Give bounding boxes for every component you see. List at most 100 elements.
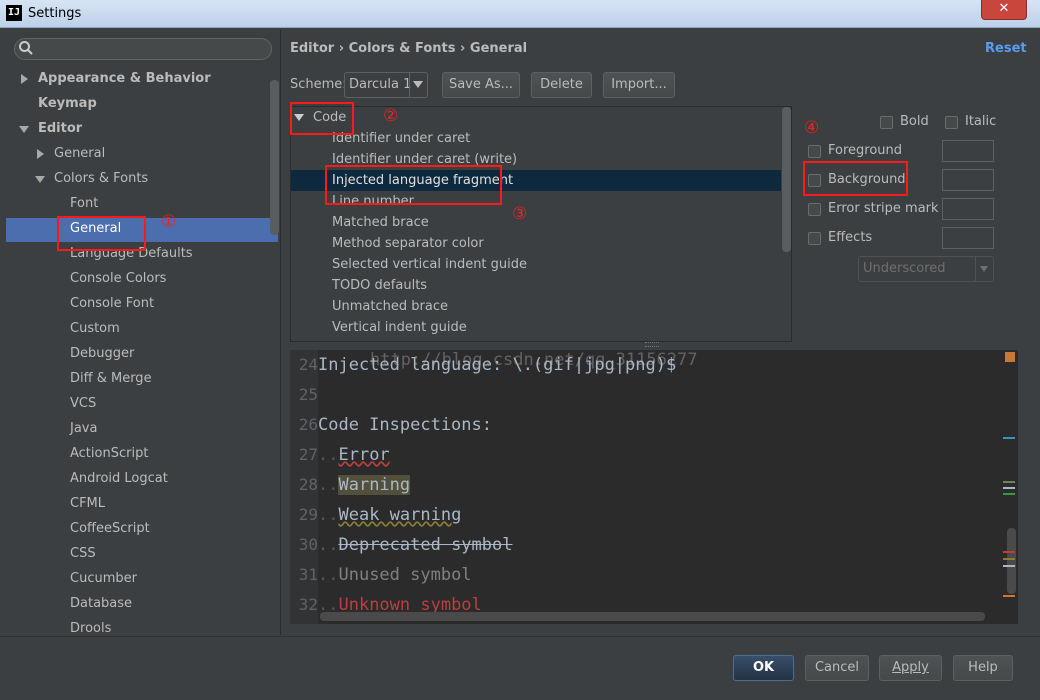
sidebar-item-diff-merge[interactable]: Diff & Merge — [70, 367, 152, 391]
annotation-box-code — [290, 102, 354, 135]
sidebar-item-editor-general[interactable]: General — [54, 142, 105, 166]
sidebar-item-java[interactable]: Java — [70, 417, 97, 441]
apply-button[interactable]: Apply — [879, 655, 942, 681]
line-number: 28 — [298, 475, 318, 494]
expand-arrow-icon[interactable] — [21, 74, 28, 84]
list-item[interactable]: Unmatched brace — [332, 296, 448, 317]
line-number: 26 — [298, 415, 318, 434]
status-marker-icon — [1005, 352, 1015, 362]
bold-label: Bold — [900, 114, 929, 129]
window-title: Settings — [28, 6, 82, 21]
annotation-box-background — [803, 161, 908, 196]
stripe-marker — [1003, 481, 1015, 483]
panel-divider — [280, 30, 281, 635]
list-item[interactable]: Vertical indent guide — [332, 317, 467, 338]
import-scheme-button[interactable]: Import... — [603, 72, 675, 98]
preview-horizontal-scrollbar[interactable] — [320, 612, 985, 621]
line-number: 32 — [298, 595, 318, 614]
save-as-button[interactable]: Save As... — [442, 72, 520, 98]
italic-checkbox[interactable] — [945, 116, 958, 129]
line-number: 24 — [298, 355, 318, 374]
sidebar-item-appearance-behavior[interactable]: Appearance & Behavior — [38, 67, 211, 91]
list-item[interactable]: Method separator color — [332, 233, 484, 254]
effects-checkbox[interactable] — [808, 232, 821, 245]
chevron-down-icon[interactable] — [413, 81, 423, 88]
stripe-marker — [1003, 487, 1015, 489]
element-list-scrollbar[interactable] — [782, 107, 791, 252]
code-text: Error — [338, 445, 390, 465]
settings-search-input[interactable] — [14, 38, 272, 60]
indent-dots: .. — [318, 535, 339, 555]
code-text: Injected language: \.(gif|jpg|png)$ — [318, 355, 677, 375]
sidebar-scrollbar[interactable] — [270, 80, 279, 235]
sidebar-item-coffeescript[interactable]: CoffeeScript — [70, 517, 150, 541]
foreground-color-swatch[interactable] — [942, 140, 994, 162]
list-item[interactable]: Selected vertical indent guide — [332, 254, 527, 275]
indent-dots: .. — [318, 445, 339, 465]
sidebar-item-database[interactable]: Database — [70, 592, 132, 616]
error-stripe-color-swatch[interactable] — [942, 198, 994, 220]
code-text: Warning — [338, 475, 411, 495]
sidebar-item-cfml[interactable]: CFML — [70, 492, 105, 516]
collapse-arrow-icon[interactable] — [19, 126, 29, 133]
sidebar-item-colors-fonts[interactable]: Colors & Fonts — [54, 167, 148, 191]
sidebar-item-editor[interactable]: Editor — [38, 117, 82, 141]
annotation-number: ③ — [512, 204, 528, 224]
sidebar-item-font[interactable]: Font — [70, 192, 98, 216]
delete-scheme-button[interactable]: Delete — [531, 72, 592, 98]
stripe-marker — [1003, 565, 1015, 567]
code-line: 24Injected language: \.(gif|jpg|png)$ — [290, 350, 677, 380]
sidebar-item-android-logcat[interactable]: Android Logcat — [70, 467, 168, 491]
sidebar-item-console-font[interactable]: Console Font — [70, 292, 154, 316]
code-line: 25 — [290, 380, 318, 410]
line-number: 25 — [298, 385, 318, 404]
code-line: 30..Deprecated symbol — [290, 530, 513, 560]
sidebar-item-css[interactable]: CSS — [70, 542, 96, 566]
sidebar-item-custom[interactable]: Custom — [70, 317, 120, 341]
stripe-marker — [1003, 551, 1015, 553]
list-item[interactable]: Matched brace — [332, 212, 429, 233]
scheme-label: Scheme: — [290, 77, 347, 92]
sidebar-item-keymap[interactable]: Keymap — [38, 92, 97, 116]
line-number: 31 — [298, 565, 318, 584]
line-number: 27 — [298, 445, 318, 464]
foreground-checkbox[interactable] — [808, 145, 821, 158]
foreground-label: Foreground — [828, 143, 903, 158]
code-text: Deprecated symbol — [338, 535, 513, 555]
list-item[interactable]: TODO defaults — [332, 275, 427, 296]
collapse-arrow-icon[interactable] — [35, 176, 45, 183]
sidebar-item-vcs[interactable]: VCS — [70, 392, 96, 416]
annotation-number: ② — [383, 106, 399, 126]
ok-button[interactable]: OK — [733, 655, 794, 681]
indent-dots: .. — [318, 565, 339, 585]
preview-vertical-scrollbar[interactable] — [1007, 528, 1016, 594]
stripe-marker — [1003, 558, 1015, 560]
code-line: 26Code Inspections: — [290, 410, 492, 440]
annotation-box-general — [57, 216, 146, 251]
close-window-button[interactable]: ✕ — [981, 0, 1027, 20]
breadcrumb: Editor › Colors & Fonts › General — [290, 41, 528, 56]
code-line: 31..Unused symbol — [290, 560, 472, 590]
help-button[interactable]: Help — [953, 655, 1013, 681]
title-bar — [0, 0, 1040, 28]
sidebar-item-debugger[interactable]: Debugger — [70, 342, 134, 366]
sidebar-item-actionscript[interactable]: ActionScript — [70, 442, 148, 466]
splitter-handle[interactable] — [645, 342, 659, 347]
bold-checkbox[interactable] — [880, 116, 893, 129]
background-color-swatch[interactable] — [942, 169, 994, 191]
code-line: 27..Error — [290, 440, 390, 470]
reset-link[interactable]: Reset — [985, 41, 1027, 56]
annotation-number: ④ — [804, 118, 820, 138]
intellij-app-icon: IJ — [6, 5, 22, 21]
sidebar-item-console-colors[interactable]: Console Colors — [70, 267, 166, 291]
cancel-button[interactable]: Cancel — [805, 655, 869, 681]
expand-arrow-icon[interactable] — [37, 149, 44, 159]
chevron-down-icon — [980, 266, 988, 272]
code-text: Weak warning — [338, 505, 462, 525]
stripe-marker — [1003, 595, 1015, 597]
error-stripe-checkbox[interactable] — [808, 203, 821, 216]
effects-color-swatch[interactable] — [942, 227, 994, 249]
error-stripe-label: Error stripe mark — [828, 201, 939, 216]
code-text: Unused symbol — [338, 565, 472, 585]
sidebar-item-cucumber[interactable]: Cucumber — [70, 567, 137, 591]
